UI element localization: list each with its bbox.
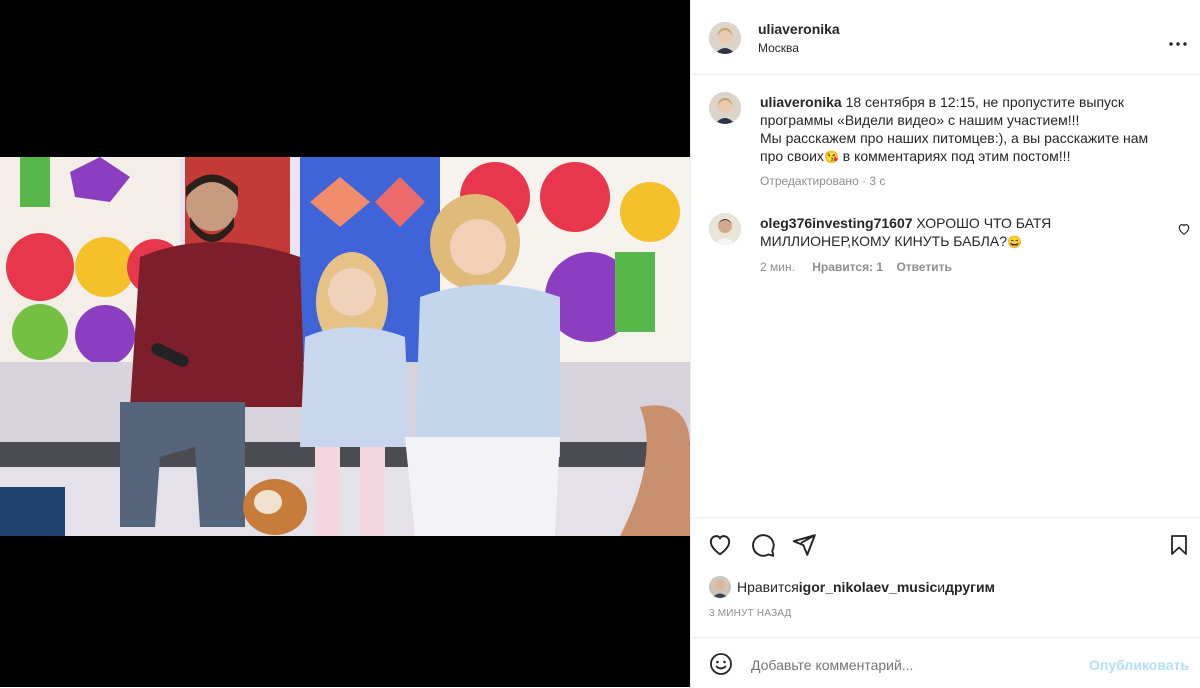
- comment-input[interactable]: [749, 651, 1073, 679]
- caption-author-username[interactable]: uliaveronika: [760, 94, 842, 110]
- caption-line: 18 сентября в 12:15, не пропустите выпус…: [841, 94, 1125, 110]
- post-details-panel: uliaveronika Москва uliaveronika 18 сент…: [690, 0, 1200, 687]
- post-actions: Нравится igor_nikolaev_music и другим 3 …: [691, 517, 1200, 638]
- post-header: uliaveronika Москва: [691, 0, 1200, 75]
- liker-avatar[interactable]: [709, 576, 731, 598]
- heart-outline-icon: [1178, 224, 1190, 235]
- avatar-image: [709, 576, 731, 598]
- comment-likes[interactable]: Нравится: 1: [812, 260, 883, 274]
- commenter-avatar[interactable]: [709, 213, 741, 245]
- media-viewer: [0, 0, 690, 687]
- likes-summary: Нравится igor_nikolaev_music и другим: [709, 575, 995, 599]
- commenter-username[interactable]: oleg376investing71607: [760, 215, 913, 231]
- comment-line: МИЛЛИОНЕР,КОМУ КИНУТЬ БАБЛА?: [760, 233, 1007, 249]
- comment-button[interactable]: [750, 532, 776, 563]
- likes-others-link[interactable]: другим: [945, 579, 995, 595]
- more-options-button[interactable]: [1169, 34, 1187, 46]
- comment-item: oleg376investing71607 ХОРОШО ЧТО БАТЯ МИ…: [691, 205, 1200, 285]
- save-button[interactable]: [1167, 532, 1191, 563]
- caption-meta: Отредактировано · 3 с: [760, 174, 886, 188]
- likes-and: и: [937, 579, 946, 595]
- comment-line: ХОРОШО ЧТО БАТЯ: [912, 215, 1052, 231]
- caption-line: про своих: [760, 148, 824, 164]
- comment-text: oleg376investing71607 ХОРОШО ЧТО БАТЯ МИ…: [760, 214, 1160, 251]
- caption-author-avatar[interactable]: [709, 92, 741, 124]
- share-button[interactable]: [791, 532, 817, 563]
- paper-plane-icon: [792, 534, 816, 556]
- author-username[interactable]: uliaveronika: [758, 21, 840, 37]
- post-location[interactable]: Москва: [758, 41, 799, 55]
- emoji-picker-button[interactable]: [709, 652, 733, 681]
- publish-button[interactable]: Опубликовать: [1089, 657, 1189, 673]
- caption-line: программы «Видели видео» с нашим участие…: [760, 112, 1080, 128]
- like-button[interactable]: [707, 532, 733, 563]
- comment-composer: Опубликовать: [691, 637, 1200, 688]
- kiss-emoji: 😘: [823, 150, 839, 164]
- video-frame-illustration: [0, 157, 690, 536]
- avatar-image: [709, 92, 741, 124]
- comment-time: 2 мин.: [760, 260, 795, 274]
- post-video[interactable]: [0, 157, 690, 536]
- heart-outline-icon: [709, 535, 731, 556]
- grin-emoji: 😄: [1006, 235, 1022, 249]
- comment-bubble-icon: [752, 534, 775, 557]
- caption-line: в комментариях под этим постом!!!: [838, 148, 1071, 164]
- avatar-image: [709, 213, 741, 245]
- more-horizontal-icon: [1169, 42, 1187, 46]
- bookmark-icon: [1171, 535, 1187, 555]
- author-avatar[interactable]: [709, 22, 741, 54]
- comment-meta: 2 мин. Нравится: 1 Ответить: [760, 260, 952, 274]
- comment-like-button[interactable]: [1177, 222, 1191, 236]
- likes-prefix: Нравится: [737, 579, 799, 595]
- comment-reply-button[interactable]: Ответить: [896, 260, 951, 274]
- avatar-image: [709, 22, 741, 54]
- liker-username[interactable]: igor_nikolaev_music: [799, 579, 938, 595]
- post-timestamp: 3 МИНУТ НАЗАД: [709, 608, 792, 619]
- caption-text: uliaveronika 18 сентября в 12:15, не про…: [760, 93, 1180, 166]
- smiley-icon: [710, 653, 732, 675]
- caption-line: Мы расскажем про наших питомцев:), а вы …: [760, 130, 1149, 146]
